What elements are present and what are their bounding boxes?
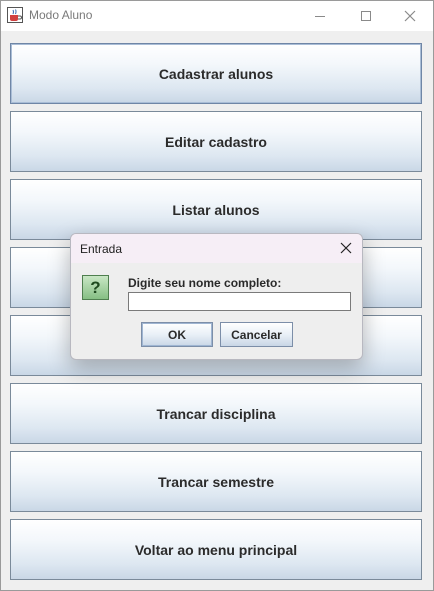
cadastrar-alunos-button[interactable]: Cadastrar alunos xyxy=(10,43,422,104)
editar-cadastro-button[interactable]: Editar cadastro xyxy=(10,111,422,172)
dialog-close-button[interactable] xyxy=(334,236,358,260)
maximize-icon xyxy=(361,11,371,21)
close-icon xyxy=(340,242,352,254)
question-icon: ? xyxy=(82,275,109,300)
listar-alunos-button[interactable]: Listar alunos xyxy=(10,179,422,240)
dialog-title: Entrada xyxy=(80,242,123,256)
window-title: Modo Aluno xyxy=(29,8,93,22)
close-icon xyxy=(404,10,416,22)
minimize-icon xyxy=(315,16,325,17)
maximize-button[interactable] xyxy=(343,1,389,31)
dialog-prompt-label: Digite seu nome completo: xyxy=(128,276,282,290)
java-cup-icon xyxy=(7,7,23,23)
minimize-button[interactable] xyxy=(297,1,343,31)
voltar-menu-principal-button[interactable]: Voltar ao menu principal xyxy=(10,519,422,580)
input-dialog: Entrada ? Digite seu nome completo: OK C… xyxy=(70,233,363,360)
ok-button[interactable]: OK xyxy=(141,322,213,347)
dialog-title-bar[interactable]: Entrada xyxy=(71,234,362,263)
trancar-disciplina-button[interactable]: Trancar disciplina xyxy=(10,383,422,444)
close-button[interactable] xyxy=(387,1,433,31)
cancel-button[interactable]: Cancelar xyxy=(220,322,293,347)
name-input[interactable] xyxy=(128,292,351,311)
trancar-semestre-button[interactable]: Trancar semestre xyxy=(10,451,422,512)
title-bar[interactable]: Modo Aluno xyxy=(1,1,433,31)
